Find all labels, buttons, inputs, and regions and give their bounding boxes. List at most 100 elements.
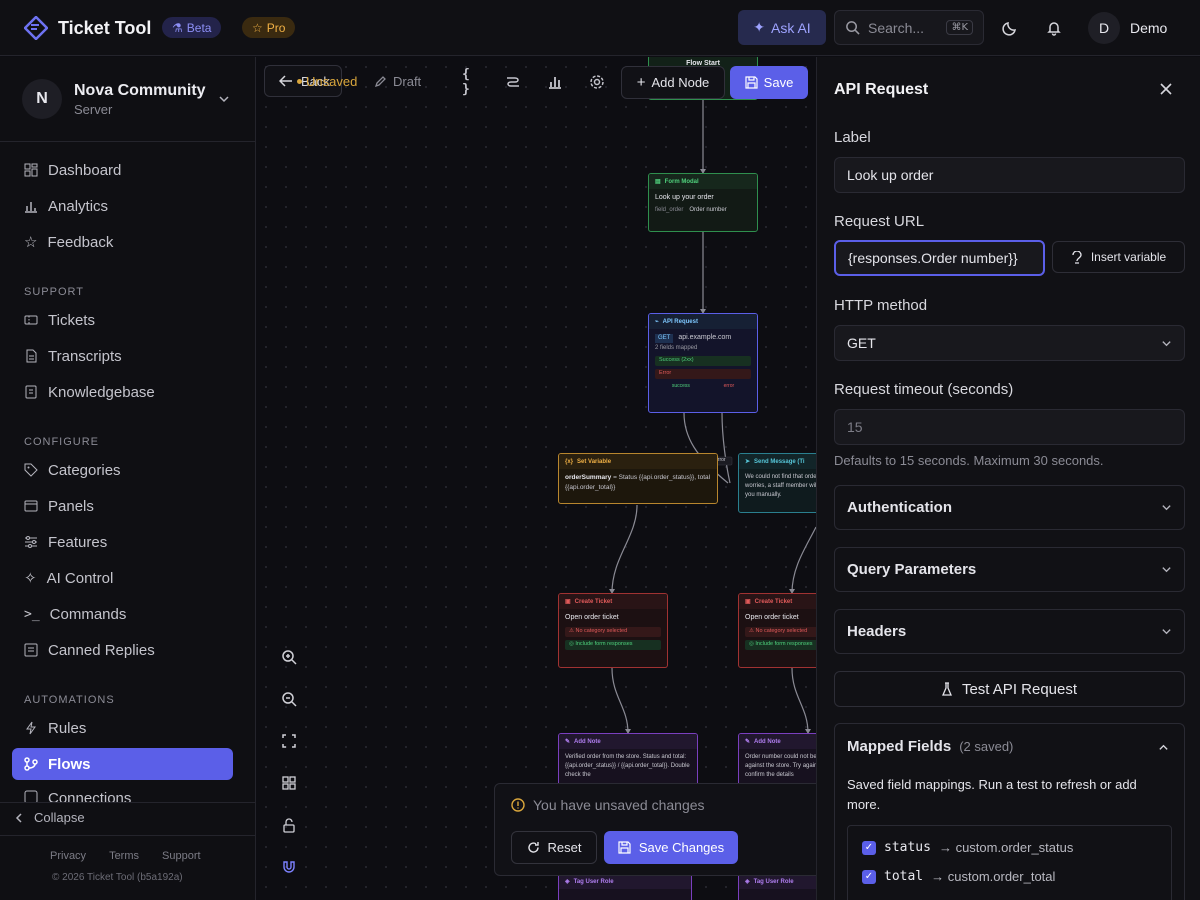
test-api-request-button[interactable]: Test API Request — [834, 671, 1185, 707]
node-set-variable[interactable]: {x} Set Variable orderSummary = Status {{… — [558, 453, 718, 504]
lock-button[interactable] — [280, 816, 298, 834]
layout-button[interactable] — [504, 73, 522, 91]
sidebar-item-rules[interactable]: Rules — [12, 712, 233, 744]
sidebar-item-knowledgebase[interactable]: Knowledgebase — [12, 376, 233, 408]
dot-icon — [297, 79, 302, 84]
node-settings-panel: API Request Label Look up order Request … — [816, 57, 1200, 900]
node-tag-user-role-2[interactable]: ◈ Tag User Role — [738, 873, 816, 900]
add-node-button[interactable]: + Add Node — [621, 66, 725, 99]
server-name: Nova Community — [74, 81, 206, 99]
note-icon: ✎ — [565, 739, 571, 745]
settings-button[interactable] — [588, 73, 606, 91]
request-url-input[interactable]: {responses.Order number}} — [834, 240, 1045, 276]
zoom-in-button[interactable] — [280, 648, 298, 666]
port-success[interactable]: success — [672, 383, 690, 391]
support-link[interactable]: Support — [162, 850, 201, 862]
collapse-button[interactable]: Collapse — [14, 810, 85, 825]
variables-button[interactable]: { } — [462, 67, 480, 97]
zoom-out-button[interactable] — [280, 690, 298, 708]
brand[interactable]: Ticket Tool — [24, 16, 151, 40]
http-method-select[interactable]: GET — [834, 325, 1185, 361]
warning-label: No category selected — [755, 628, 808, 635]
reset-button[interactable]: Reset — [511, 831, 597, 864]
sidebar-item-label: Connections — [48, 790, 132, 802]
node-form-modal[interactable]: ▤ Form Modal Look up your order field_ord… — [648, 173, 758, 232]
note-icon: ✎ — [745, 739, 751, 745]
sidebar-item-canned-replies[interactable]: Canned Replies — [12, 634, 233, 666]
sidebar-item-transcripts[interactable]: Transcripts — [12, 340, 233, 372]
server-switcher[interactable]: N Nova Community Server — [22, 79, 242, 119]
sidebar-item-label: Commands — [49, 605, 127, 623]
sidebar-item-analytics[interactable]: Analytics — [12, 190, 233, 222]
node-tag-user-role-1[interactable]: ◈ Tag User Role — [558, 873, 692, 900]
notifications-button[interactable] — [1040, 14, 1068, 42]
node-create-ticket-1[interactable]: ▣ Create Ticket Open order ticket ⚠ No ca… — [558, 593, 668, 668]
bar-chart-icon — [547, 74, 563, 90]
mapping-row[interactable]: ✓ total → custom.order_total — [862, 869, 1055, 884]
node-send-message[interactable]: ➤ Send Message (Ti We could not find that… — [738, 453, 816, 513]
search-input[interactable]: Search... ⌘K — [834, 10, 984, 45]
user-menu[interactable]: D Demo — [1088, 12, 1167, 44]
save-changes-button[interactable]: Save Changes — [604, 831, 738, 864]
timeout-input[interactable]: 15 — [834, 409, 1185, 445]
flow-canvas[interactable]: error Flow Start ▤ Form Modal Look up you… — [256, 57, 816, 900]
authentication-section[interactable]: Authentication — [834, 485, 1185, 530]
close-button[interactable] — [1160, 83, 1172, 95]
checkbox[interactable]: ✓ — [862, 840, 876, 855]
privacy-link[interactable]: Privacy — [50, 850, 86, 862]
sidebar-item-panels[interactable]: Panels — [12, 490, 233, 522]
bolt-icon — [24, 721, 38, 735]
port-error[interactable]: error — [724, 383, 735, 391]
sidebar-item-commands[interactable]: >_ Commands — [12, 598, 233, 630]
sidebar-item-connections[interactable]: Connections — [12, 784, 233, 802]
sidebar-item-ai-control[interactable]: ✧ AI Control — [12, 562, 233, 594]
node-title: Add Note — [754, 738, 781, 745]
sidebar-item-label: Knowledgebase — [48, 383, 155, 401]
terms-link[interactable]: Terms — [109, 850, 139, 862]
node-api-request[interactable]: ⌁ API Request GET api.example.com 2 fields… — [648, 313, 758, 413]
chevron-left-icon — [14, 812, 24, 823]
label-input-value: Look up order — [847, 167, 934, 183]
mapped-fields-header[interactable]: Mapped Fields (2 saved) — [847, 738, 1013, 755]
snap-button[interactable] — [280, 858, 298, 876]
mapping-row[interactable]: ✓ status → custom.order_status — [862, 840, 1073, 855]
user-name: Demo — [1130, 20, 1168, 36]
mapped-count: 2 fields mapped — [655, 344, 698, 351]
fit-view-button[interactable] — [280, 732, 298, 750]
sidebar-item-tickets[interactable]: Tickets — [12, 304, 233, 336]
success-branch: Success (2xx) — [655, 355, 751, 366]
save-button[interactable]: Save — [730, 66, 808, 99]
label-input[interactable]: Look up order — [834, 157, 1185, 193]
sidebar-item-categories[interactable]: Categories — [12, 454, 233, 486]
edge-setvar-to-ticket — [611, 504, 638, 594]
auto-layout-button[interactable] — [280, 774, 298, 792]
sidebar-item-dashboard[interactable]: Dashboard — [12, 154, 233, 186]
theme-toggle-button[interactable] — [996, 14, 1024, 42]
insert-variable-button[interactable]: Insert variable — [1052, 241, 1185, 273]
chevron-down-icon — [1161, 502, 1172, 513]
reset-label: Reset — [547, 840, 582, 855]
divider — [0, 835, 255, 836]
chevron-up-icon[interactable] — [1158, 742, 1169, 753]
sidebar-item-label: Feedback — [47, 233, 114, 251]
checkbox[interactable]: ✓ — [862, 869, 876, 884]
node-title: Create Ticket — [574, 598, 613, 605]
sidebar-item-flows[interactable]: Flows — [12, 748, 233, 780]
grid-icon — [282, 776, 296, 790]
sidebar-item-features[interactable]: Features — [12, 526, 233, 558]
timeout-field-label: Request timeout (seconds) — [834, 381, 1014, 398]
stats-button[interactable] — [546, 73, 564, 91]
pencil-icon — [374, 75, 387, 88]
query-parameters-section[interactable]: Query Parameters — [834, 547, 1185, 592]
ask-ai-button[interactable]: ✦ Ask AI — [738, 10, 826, 45]
ticket-icon: ▣ — [745, 599, 751, 605]
headers-section[interactable]: Headers — [834, 609, 1185, 654]
sidebar-item-feedback[interactable]: ☆ Feedback — [12, 226, 233, 258]
node-body: GET api.example.com 2 fields mapped Succe… — [649, 329, 757, 394]
warning-chip: ⚠ No category selected — [565, 626, 661, 637]
node-create-ticket-2[interactable]: ▣ Create Ticket Open order ticket ⚠ No ca… — [738, 593, 816, 668]
node-title: Form Modal — [664, 178, 699, 185]
tag-icon — [24, 463, 38, 477]
mapped-fields-section: Mapped Fields (2 saved) Saved field mappi… — [834, 723, 1185, 900]
node-text: We could not find that order. No worries… — [745, 474, 816, 498]
